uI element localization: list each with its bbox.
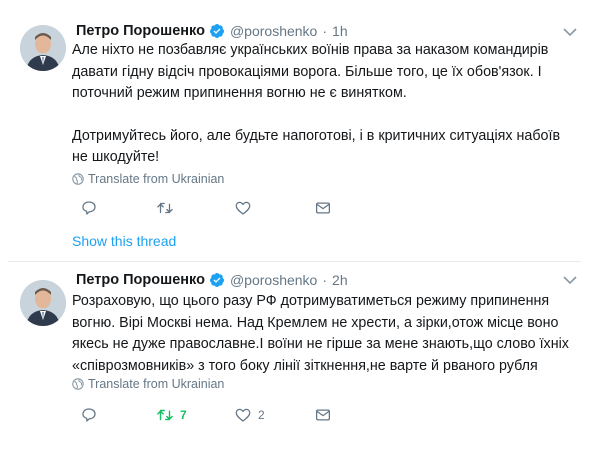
tweet-timestamp[interactable]: 2h: [332, 272, 348, 288]
tweet-paragraph: Розраховую, що цього разу РФ дотримувати…: [72, 293, 569, 374]
like-icon: [235, 201, 251, 215]
author-name[interactable]: Петро Порошенко: [76, 272, 205, 288]
tweet-text: Розраховую, що цього разу РФ дотримувати…: [72, 291, 577, 377]
translate-link[interactable]: Translate from Ukrainian: [72, 172, 224, 186]
show-thread-link[interactable]: Show this thread: [72, 233, 176, 249]
verified-badge-icon: [209, 24, 224, 38]
direct-message-icon: [315, 409, 331, 421]
like-button[interactable]: 2: [234, 405, 265, 425]
tweet-header: Петро Порошенко @poroshenko · 2h: [76, 270, 348, 290]
tweet-paragraph: Але ніхто не позбавляє українських воїні…: [72, 42, 549, 101]
retweet-icon: [157, 409, 173, 421]
tweet-actions: [70, 198, 350, 220]
tweet-actions: 7 2: [70, 405, 350, 427]
retweet-icon: [157, 202, 173, 214]
like-button[interactable]: [234, 198, 258, 218]
retweet-count: 7: [180, 408, 187, 422]
avatar[interactable]: [20, 25, 66, 71]
author-handle[interactable]: @poroshenko: [230, 272, 317, 288]
tweet[interactable]: Петро Порошенко @poroshenko · 2h Розрахо…: [0, 262, 589, 450]
separator-dot: ·: [322, 272, 328, 288]
tweet-paragraph: Дотримуйтесь його, але будьте напоготові…: [72, 127, 561, 166]
reply-icon: [82, 201, 96, 215]
author-handle[interactable]: @poroshenko: [230, 23, 317, 39]
chevron-down-icon[interactable]: [563, 275, 577, 285]
direct-message-button[interactable]: [314, 198, 332, 218]
like-count: 2: [258, 408, 265, 422]
globe-icon: [72, 173, 84, 185]
direct-message-icon: [315, 202, 331, 214]
avatar[interactable]: [20, 280, 66, 326]
tweet[interactable]: Петро Порошенко @poroshenko · 1h Але ніх…: [0, 0, 589, 262]
translate-label: Translate from Ukrainian: [88, 377, 225, 391]
verified-badge-icon: [209, 273, 224, 287]
retweet-button[interactable]: [156, 198, 180, 218]
globe-icon: [72, 378, 84, 390]
like-icon: [235, 408, 251, 422]
translate-label: Translate from Ukrainian: [88, 172, 225, 186]
retweet-button[interactable]: 7: [156, 405, 187, 425]
direct-message-button[interactable]: [314, 405, 332, 425]
reply-button[interactable]: [80, 198, 104, 218]
chevron-down-icon[interactable]: [563, 27, 577, 37]
reply-button[interactable]: [80, 405, 104, 425]
separator-dot: ·: [322, 23, 328, 39]
tweet-header: Петро Порошенко @poroshenko · 1h: [76, 21, 348, 41]
translate-link[interactable]: Translate from Ukrainian: [72, 377, 224, 391]
tweet-timestamp[interactable]: 1h: [332, 23, 348, 39]
tweet-text: Але ніхто не позбавляє українських воїні…: [72, 40, 577, 169]
reply-icon: [82, 408, 96, 422]
author-name[interactable]: Петро Порошенко: [76, 23, 205, 39]
